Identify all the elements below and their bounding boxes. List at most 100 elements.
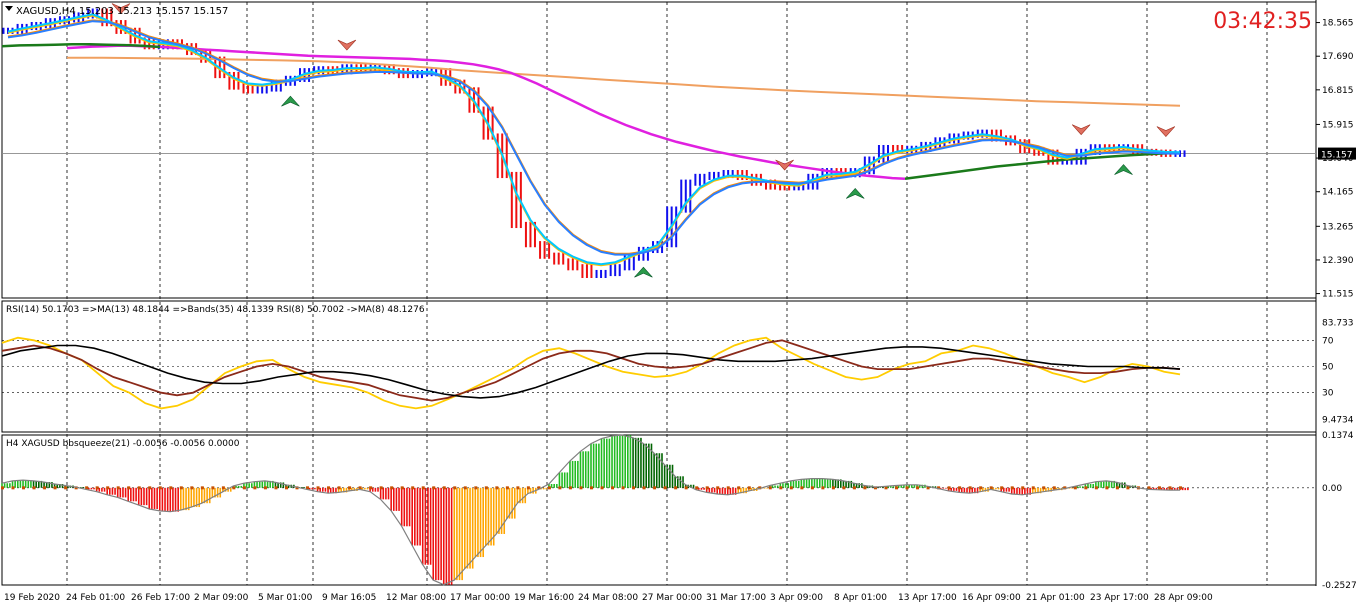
squeeze-dot <box>737 486 741 490</box>
y-tick-label: 12.390 <box>1322 256 1354 266</box>
squeeze-dot <box>158 486 162 490</box>
current-price-label: 15.157 <box>1321 151 1353 161</box>
squeeze-dot <box>516 486 520 490</box>
rsi-title: RSI(14) 50.1703 =>MA(13) 48.1844 =>Bands… <box>6 305 425 315</box>
squeeze-dot <box>169 486 173 490</box>
squeeze-dot <box>947 486 951 490</box>
buy-arrow-icon <box>1114 164 1133 175</box>
y-tick-label: 16.815 <box>1322 86 1354 96</box>
squeeze-dot <box>453 486 457 490</box>
squeeze-dot <box>463 486 467 490</box>
squeeze-dot <box>442 486 446 490</box>
squeeze-dot <box>726 486 730 490</box>
squeeze-dot <box>800 486 804 490</box>
squeeze-dot <box>1042 486 1046 490</box>
y-tick-label: 13.265 <box>1322 222 1354 232</box>
squeeze-dot <box>1115 486 1119 490</box>
squeeze-dot <box>852 486 856 490</box>
bbsqueeze-panel <box>1 434 1189 586</box>
squeeze-dot <box>274 486 278 490</box>
squeeze-dot <box>421 486 425 490</box>
squeeze-dot <box>863 486 867 490</box>
squeeze-dot <box>895 486 899 490</box>
squeeze-dot <box>558 486 562 490</box>
squeeze-dot <box>221 486 225 490</box>
squeeze-dot <box>716 486 720 490</box>
squeeze-dot <box>179 486 183 490</box>
squeeze-dot <box>316 486 320 490</box>
squeeze-dot <box>958 486 962 490</box>
squeeze-dot <box>779 486 783 490</box>
rsi_gold-line <box>1 336 1181 410</box>
squeeze-dot <box>810 486 814 490</box>
squeeze-dot <box>337 486 341 490</box>
rsi-panel <box>1 336 1181 410</box>
x-tick-label: 13 Apr 17:00 <box>898 593 957 603</box>
rsi-tick-label: 83.733 <box>1322 318 1354 328</box>
main-title: XAGUSD,H4 15.203 15.213 15.157 15.157 <box>16 6 228 17</box>
sq-tick-label: 0.00 <box>1322 484 1342 494</box>
squeeze-dot <box>1126 486 1130 490</box>
squeeze-dot <box>43 486 47 490</box>
squeeze-dot <box>611 486 615 490</box>
x-tick-label: 21 Apr 01:00 <box>1026 593 1085 603</box>
y-tick-label: 15.915 <box>1322 120 1354 130</box>
squeeze-dot <box>1179 486 1182 490</box>
squeeze-dot <box>663 486 667 490</box>
sq-tick-label: -0.2527 <box>1322 581 1357 591</box>
y-tick-label: 17.690 <box>1322 52 1354 62</box>
x-tick-label: 24 Mar 08:00 <box>578 593 638 603</box>
squeeze-dot <box>190 486 194 490</box>
squeeze-dot <box>821 486 825 490</box>
sell-arrow-icon <box>1156 126 1176 137</box>
rsi_brown-line <box>1 339 1181 402</box>
squeeze-dot <box>1168 486 1172 490</box>
squeeze-dot <box>95 486 99 490</box>
x-tick-label: 19 Feb 2020 <box>4 593 60 603</box>
ma-magenta-line <box>66 44 906 181</box>
squeeze-dot <box>1010 486 1014 490</box>
squeeze-dot <box>842 486 846 490</box>
squeeze-dot <box>1052 486 1056 490</box>
squeeze-dot <box>127 486 131 490</box>
squeeze-dot <box>905 486 909 490</box>
sell-arrow-icon <box>337 39 357 51</box>
squeeze-dot <box>53 486 57 490</box>
squeeze-dot <box>484 486 488 490</box>
squeeze-dot <box>242 486 246 490</box>
squeeze-dot <box>1031 486 1035 490</box>
squeeze-dot <box>621 486 625 490</box>
squeeze-dot <box>137 486 141 490</box>
price-axis: 18.56517.69016.81515.91515.04014.16513.2… <box>1316 19 1357 591</box>
squeeze-dot <box>390 486 394 490</box>
squeeze-dot <box>348 486 352 490</box>
squeeze-dot <box>411 486 415 490</box>
chart-canvas: 18.56517.69016.81515.91515.04014.16513.2… <box>1 0 1357 603</box>
y-tick-label: 11.515 <box>1322 290 1354 300</box>
squeeze-dot <box>600 486 604 490</box>
triangle-down-icon[interactable] <box>5 6 13 11</box>
x-tick-label: 17 Mar 00:00 <box>450 593 510 603</box>
y-tick-label: 14.165 <box>1322 188 1354 198</box>
squeeze-dot <box>106 486 110 490</box>
ma-green-line-late <box>904 151 1181 181</box>
squeeze-dot <box>22 486 26 490</box>
squeeze-dot <box>1021 486 1025 490</box>
x-tick-label: 19 Mar 16:00 <box>514 593 574 603</box>
x-tick-label: 24 Feb 01:00 <box>66 593 125 603</box>
rsi-tick-label: 70 <box>1322 336 1334 346</box>
squeeze-dot <box>989 486 993 490</box>
squeeze-dot <box>1 486 4 490</box>
x-tick-label: 16 Apr 09:00 <box>962 593 1021 603</box>
sq-tick-label: 0.1374 <box>1322 431 1354 441</box>
rsi-tick-label: 9.4734 <box>1322 416 1354 426</box>
squeeze-dot <box>568 486 572 490</box>
bbsqueeze-title: H4 XAGUSD bbsqueeze(21) -0.0056 -0.0056 … <box>6 439 240 449</box>
squeeze-dot <box>590 486 593 490</box>
squeeze-dot <box>653 486 657 490</box>
squeeze-dot <box>369 486 373 490</box>
squeeze-dot <box>148 486 152 490</box>
time-axis: 19 Feb 2020 24 Feb 01:00 26 Feb 17:00 2 Mar… <box>4 593 1213 603</box>
x-tick-label: 27 Mar 00:00 <box>642 593 702 603</box>
squeeze-dot <box>474 486 478 490</box>
